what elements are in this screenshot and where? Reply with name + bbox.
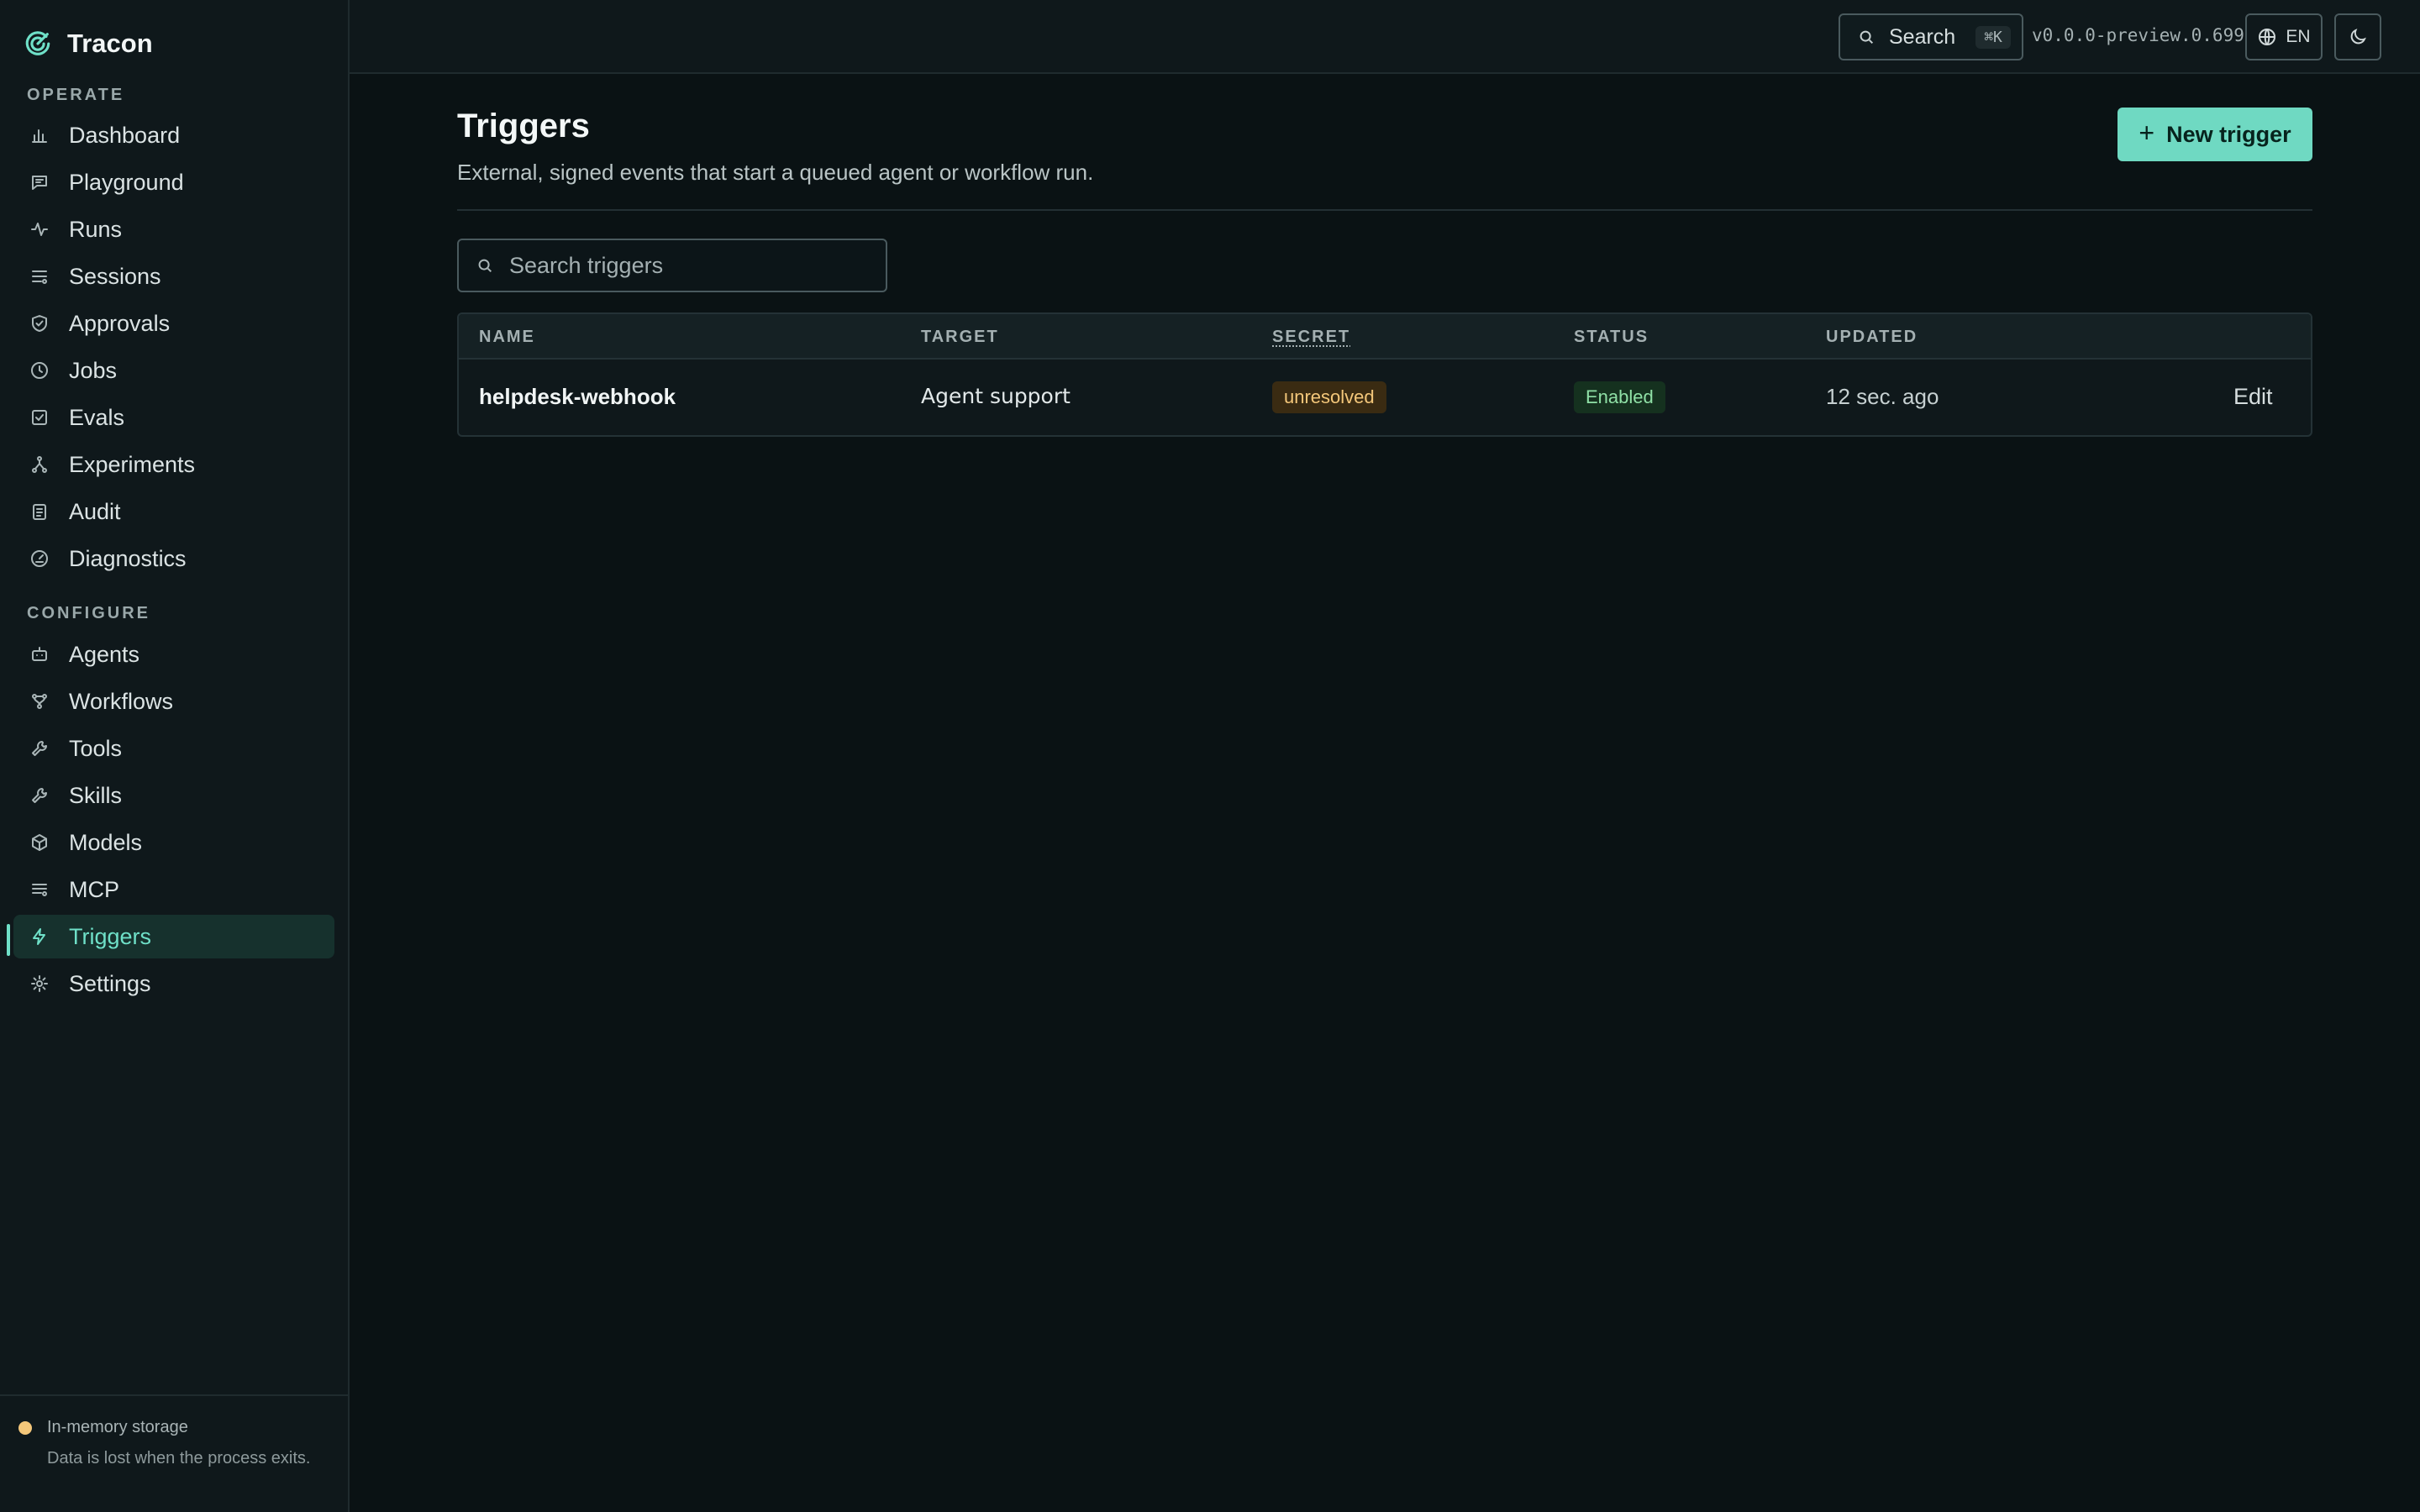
- app-name: Tracon: [67, 29, 153, 58]
- sidebar: Tracon OPERATE Dashboard Playground Runs…: [0, 0, 350, 1512]
- list-icon: [29, 265, 50, 287]
- sidebar-item-label: Agents: [69, 641, 140, 667]
- column-header-target[interactable]: TARGET: [921, 328, 999, 347]
- sidebar-item-label: Diagnostics: [69, 545, 187, 571]
- sidebar-item-approvals[interactable]: Approvals: [13, 302, 334, 345]
- version-label: v0.0.0-preview.0.699: [2032, 25, 2244, 45]
- server-list-icon: [29, 879, 50, 900]
- sidebar-item-label: Jobs: [69, 357, 118, 383]
- shield-check-icon: [29, 312, 50, 334]
- page-subtitle: External, signed events that start a que…: [457, 160, 1094, 185]
- new-trigger-label: New trigger: [2166, 121, 2291, 147]
- edit-button[interactable]: Edit: [2233, 384, 2273, 410]
- search-shortcut: ⌘K: [1975, 25, 2011, 49]
- sidebar-item-playground[interactable]: Playground: [13, 160, 334, 204]
- divider: [457, 209, 2312, 211]
- table-header: NAME TARGET SECRET STATUS UPDATED: [459, 314, 2311, 360]
- sidebar-item-diagnostics[interactable]: Diagnostics: [13, 537, 334, 580]
- triggers-table: NAME TARGET SECRET STATUS UPDATED helpde…: [457, 312, 2312, 437]
- cube-icon: [29, 832, 50, 853]
- status-dot: [18, 1421, 32, 1435]
- sidebar-item-label: Triggers: [69, 923, 152, 949]
- sidebar-item-label: MCP: [69, 876, 119, 902]
- sidebar-item-jobs[interactable]: Jobs: [13, 349, 334, 392]
- clipboard-icon: [29, 501, 50, 522]
- page-title: Triggers: [457, 108, 590, 144]
- sidebar-item-label: Tools: [69, 735, 123, 761]
- sidebar-item-label: Settings: [69, 970, 151, 996]
- sidebar-item-label: Experiments: [69, 451, 196, 477]
- top-bar: Search ⌘K v0.0.0-preview.0.699 EN: [350, 0, 2420, 74]
- globe-icon: [2259, 29, 2276, 45]
- active-indicator: [7, 924, 10, 956]
- sidebar-item-label: Workflows: [69, 688, 174, 714]
- gauge-icon: [29, 548, 50, 570]
- trigger-target: Agent support: [921, 384, 1071, 408]
- workflow-icon: [29, 690, 50, 712]
- search-label: Search: [1889, 24, 1956, 49]
- bar-chart-icon: [29, 124, 50, 146]
- lightning-icon: [29, 926, 50, 948]
- trigger-name[interactable]: helpdesk-webhook: [479, 384, 676, 410]
- sidebar-item-agents[interactable]: Agents: [13, 633, 334, 676]
- secret-badge: unresolved: [1272, 381, 1386, 413]
- sidebar-item-evals[interactable]: Evals: [13, 396, 334, 439]
- sidebar-item-label: Runs: [69, 216, 123, 242]
- column-header-status[interactable]: STATUS: [1574, 328, 1649, 347]
- sidebar-item-models[interactable]: Models: [13, 821, 334, 864]
- theme-toggle-button[interactable]: [2334, 13, 2381, 60]
- brand[interactable]: Tracon: [24, 25, 153, 62]
- sidebar-item-experiments[interactable]: Experiments: [13, 443, 334, 486]
- sidebar-item-label: Dashboard: [69, 122, 181, 148]
- trigger-search-field[interactable]: [457, 239, 887, 292]
- sidebar-item-audit[interactable]: Audit: [13, 490, 334, 533]
- sidebar-item-tools[interactable]: Tools: [13, 727, 334, 770]
- sidebar-item-dashboard[interactable]: Dashboard: [13, 113, 334, 157]
- moon-icon: [2350, 29, 2366, 45]
- storage-notice: In-memory storage Data is lost when the …: [0, 1394, 348, 1512]
- storage-description: Data is lost when the process exits.: [47, 1449, 311, 1467]
- sidebar-item-label: Skills: [69, 782, 123, 808]
- sidebar-item-label: Evals: [69, 404, 125, 430]
- sidebar-item-workflows[interactable]: Workflows: [13, 680, 334, 723]
- section-label-configure: CONFIGURE: [27, 604, 150, 622]
- status-badge: Enabled: [1574, 381, 1665, 413]
- plus-icon: +: [2139, 117, 2155, 148]
- storage-title: In-memory storage: [47, 1418, 188, 1436]
- column-header-updated[interactable]: UPDATED: [1826, 328, 1918, 347]
- tracon-logo-icon: [25, 31, 50, 55]
- sidebar-item-mcp[interactable]: MCP: [13, 868, 334, 911]
- language-label: EN: [2286, 27, 2311, 46]
- updated-time: 12 sec. ago: [1826, 384, 1939, 409]
- sidebar-item-settings[interactable]: Settings: [13, 962, 334, 1005]
- search-icon: [1860, 30, 1874, 45]
- wrench-icon: [29, 738, 50, 759]
- sidebar-item-label: Approvals: [69, 310, 171, 336]
- sidebar-item-label: Sessions: [69, 263, 161, 289]
- sidebar-item-label: Models: [69, 829, 143, 855]
- sun-gear-icon: [29, 973, 50, 995]
- global-search-button[interactable]: Search ⌘K: [1839, 13, 2023, 60]
- sidebar-item-runs[interactable]: Runs: [13, 207, 334, 251]
- sidebar-item-skills[interactable]: Skills: [13, 774, 334, 817]
- search-icon: [478, 259, 492, 273]
- trigger-search-input[interactable]: [509, 252, 879, 279]
- wrench-icon: [29, 785, 50, 806]
- section-label-operate: OPERATE: [27, 86, 125, 104]
- sidebar-item-sessions[interactable]: Sessions: [13, 255, 334, 298]
- language-button[interactable]: EN: [2245, 13, 2323, 60]
- column-header-name[interactable]: NAME: [479, 328, 535, 347]
- new-trigger-button[interactable]: + New trigger: [2118, 108, 2312, 161]
- robot-icon: [29, 643, 50, 665]
- sidebar-item-label: Audit: [69, 498, 121, 524]
- check-square-icon: [29, 407, 50, 428]
- column-header-secret[interactable]: SECRET: [1272, 328, 1350, 347]
- chat-icon: [29, 171, 50, 193]
- clock-icon: [29, 360, 50, 381]
- branch-icon: [29, 454, 50, 475]
- sidebar-item-triggers[interactable]: Triggers: [13, 915, 334, 958]
- activity-icon: [29, 218, 50, 240]
- sidebar-item-label: Playground: [69, 169, 184, 195]
